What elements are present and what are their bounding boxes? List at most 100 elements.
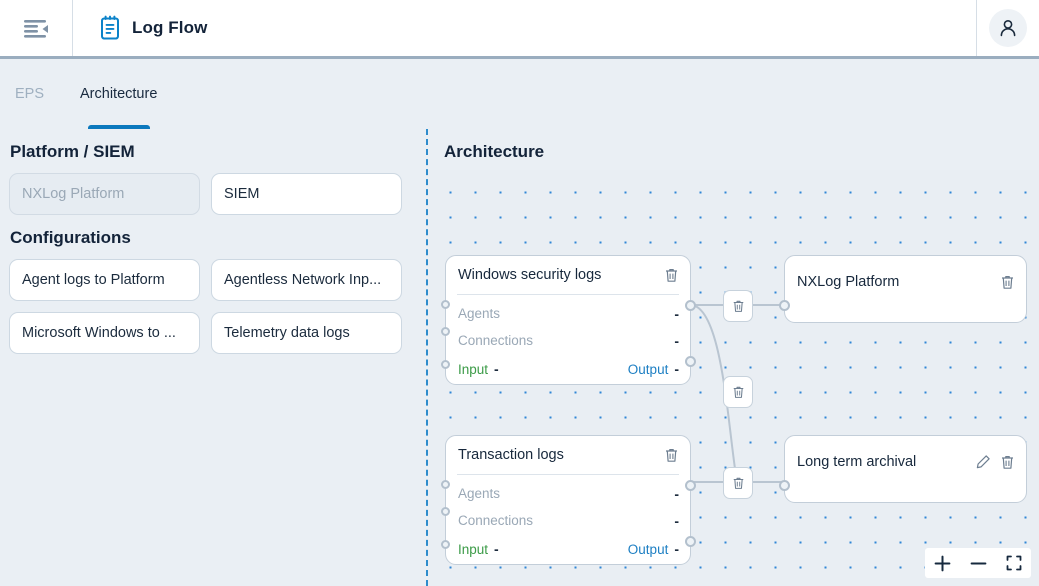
metric-value: - (674, 332, 679, 349)
node-title: NXLog Platform (797, 274, 900, 290)
node-handle-input[interactable] (779, 300, 790, 311)
input-value: - (494, 361, 499, 377)
trash-icon[interactable] (1000, 454, 1015, 470)
fit-view-button[interactable] (1003, 551, 1025, 575)
node-handle-left-mid[interactable] (441, 327, 450, 336)
metric-label: Agents (458, 306, 501, 321)
node-input: Input - (458, 361, 499, 377)
platform-chip-list: NXLog Platform SIEM (9, 173, 417, 215)
tab-eps[interactable]: EPS (0, 59, 62, 129)
node-actions (664, 267, 679, 283)
node-metrics: Agents - Connections - (446, 295, 690, 354)
notepad-icon (99, 15, 121, 41)
node-handle-output-bottom[interactable] (685, 536, 696, 547)
sidebar-toggle-button[interactable] (0, 0, 73, 56)
user-menu[interactable] (977, 0, 1039, 56)
node-transaction-logs[interactable]: Transaction logs Agents - Connections - … (441, 435, 696, 565)
node-header: NXLog Platform (785, 256, 1026, 308)
architecture-canvas[interactable]: Windows security logs Agents - Connectio… (428, 170, 1039, 586)
metric-value: - (674, 512, 679, 529)
node-actions (664, 447, 679, 463)
zoom-out-button[interactable] (967, 551, 989, 575)
node-handle-left-top[interactable] (441, 300, 450, 309)
platform-siem-heading: Platform / SIEM (10, 142, 135, 161)
chip-label: NXLog Platform (22, 186, 125, 202)
architecture-panel: Architecture Windows security logs Agent… (426, 129, 1039, 586)
edge-delete-button-top[interactable] (723, 290, 753, 322)
app-title-group: Log Flow (73, 0, 977, 56)
configuration-chip-list: Agent logs to Platform Agentless Network… (9, 259, 417, 354)
node-nxlog-platform[interactable]: NXLog Platform (779, 255, 1027, 323)
trash-icon (732, 299, 745, 313)
input-label: Input (458, 361, 489, 377)
input-label: Input (458, 541, 489, 557)
platform-chip-nxlog-platform: NXLog Platform (9, 173, 200, 215)
zoom-in-button[interactable] (931, 551, 953, 575)
node-handle-left-top[interactable] (441, 480, 450, 489)
chip-label: SIEM (224, 186, 260, 202)
page-title: Log Flow (132, 18, 208, 37)
architecture-heading: Architecture (444, 142, 545, 161)
input-value: - (494, 541, 499, 557)
metric-label: Connections (458, 333, 534, 348)
output-label: Output (627, 541, 669, 557)
node-header: Long term archival (785, 436, 1026, 488)
tab-list: EPS Architecture (0, 59, 175, 129)
trash-icon (732, 385, 745, 399)
node-handle-left-bottom[interactable] (441, 540, 450, 549)
node-title: Long term archival (797, 454, 917, 470)
node-output: Output - (628, 541, 679, 557)
node-handle-left-mid[interactable] (441, 507, 450, 516)
app-header: Log Flow (0, 0, 1039, 59)
user-avatar-icon (997, 17, 1019, 39)
tab-bar: EPS Architecture Save (0, 59, 1039, 177)
node-output: Output - (628, 361, 679, 377)
node-header: Windows security logs (446, 256, 690, 294)
zoom-controls (925, 548, 1031, 578)
chip-label: Agentless Network Inp... (224, 272, 382, 288)
node-long-term-archival[interactable]: Long term archival (779, 435, 1027, 503)
chip-label: Microsoft Windows to ... (22, 325, 176, 341)
edge-delete-button-cross[interactable] (723, 376, 753, 408)
metric-label: Agents (458, 486, 501, 501)
trash-icon (732, 476, 745, 490)
pencil-edit-icon[interactable] (975, 454, 991, 470)
left-panel: Platform / SIEM NXLog Platform SIEM Conf… (0, 129, 426, 586)
output-value: - (674, 541, 679, 557)
config-chip-agentless-network-input[interactable]: Agentless Network Inp... (211, 259, 402, 301)
config-chip-microsoft-windows-to[interactable]: Microsoft Windows to ... (9, 312, 200, 354)
node-io: Input - Output - (446, 534, 690, 562)
metric-agents: Agents - (458, 300, 679, 327)
platform-chip-siem[interactable]: SIEM (211, 173, 402, 215)
configurations-heading: Configurations (10, 228, 131, 247)
config-chip-telemetry-data-logs[interactable]: Telemetry data logs (211, 312, 402, 354)
output-label: Output (627, 361, 669, 377)
tab-architecture-label: Architecture (80, 86, 158, 102)
avatar[interactable] (989, 9, 1027, 47)
tab-architecture[interactable]: Architecture (62, 59, 175, 129)
node-handle-left-bottom[interactable] (441, 360, 450, 369)
trash-icon[interactable] (1000, 274, 1015, 290)
node-windows-security-logs[interactable]: Windows security logs Agents - Connectio… (441, 255, 696, 385)
metric-value: - (674, 485, 679, 502)
node-metrics: Agents - Connections - (446, 475, 690, 534)
node-io: Input - Output - (446, 354, 690, 382)
trash-icon[interactable] (664, 447, 679, 463)
edge-delete-button-bottom[interactable] (723, 467, 753, 499)
metric-connections: Connections - (458, 507, 679, 534)
config-chip-agent-logs-to-platform[interactable]: Agent logs to Platform (9, 259, 200, 301)
node-input: Input - (458, 541, 499, 557)
output-value: - (674, 361, 679, 377)
node-handle-output-top[interactable] (685, 300, 696, 311)
node-header: Transaction logs (446, 436, 690, 474)
node-title: Transaction logs (458, 447, 564, 463)
tab-eps-label: EPS (15, 86, 45, 102)
trash-icon[interactable] (664, 267, 679, 283)
node-title: Windows security logs (458, 267, 602, 283)
node-handle-output-top[interactable] (685, 480, 696, 491)
chip-label: Agent logs to Platform (22, 272, 165, 288)
chip-label: Telemetry data logs (224, 325, 350, 341)
log-flow-app: Log Flow EPS Architecture Platform / SIE… (0, 0, 1039, 586)
node-handle-input[interactable] (779, 480, 790, 491)
node-handle-output-bottom[interactable] (685, 356, 696, 367)
